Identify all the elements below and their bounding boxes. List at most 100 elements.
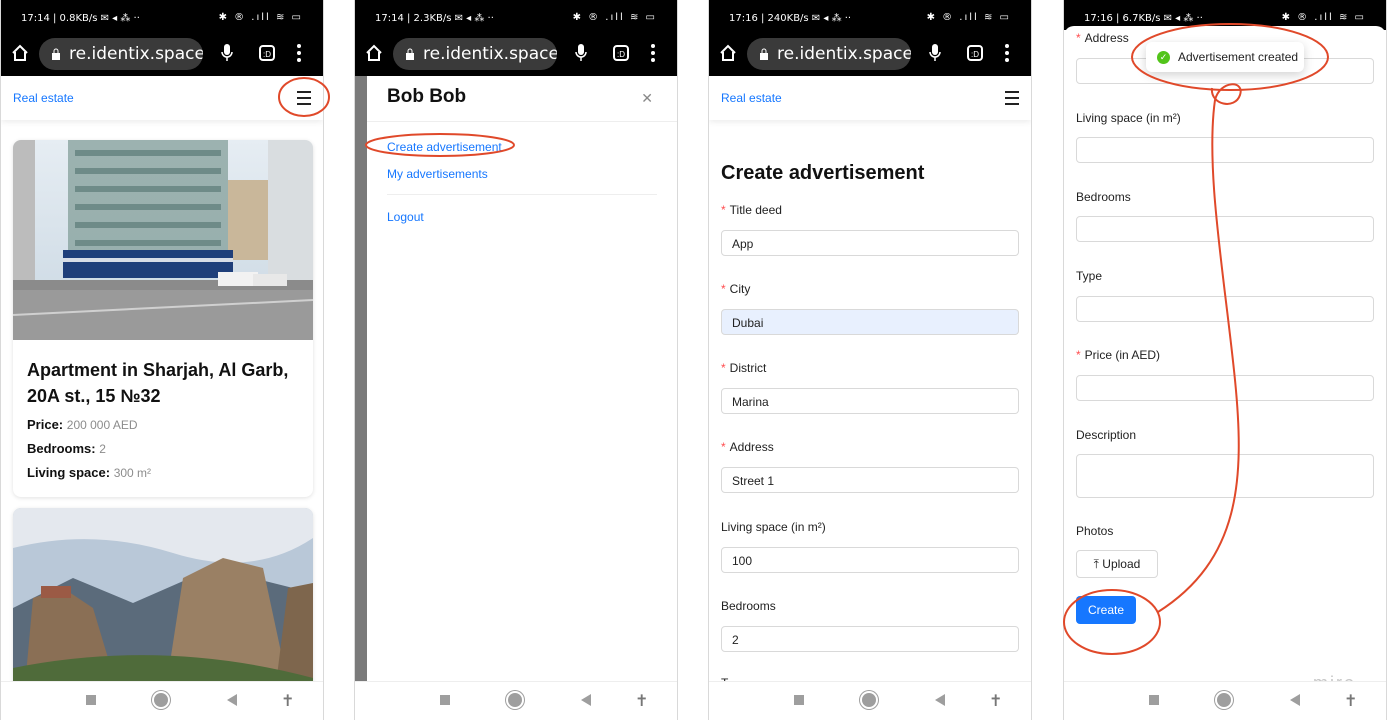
hamburger-menu-icon[interactable] <box>297 91 311 109</box>
address-input[interactable]: Street 1 <box>721 467 1019 493</box>
field-label-photos: Photos <box>1076 524 1114 538</box>
divider <box>387 194 657 195</box>
field-label-city: * City <box>721 282 750 296</box>
price-label: Price: <box>27 417 64 432</box>
status-icons: ✱ ® .ıll ≋ ▭ <box>1281 12 1366 23</box>
accessibility-icon[interactable]: ✝ <box>635 691 648 711</box>
field-label-bedrooms: Bedrooms <box>1076 190 1131 204</box>
url-field[interactable]: re.identix.space/a <box>393 38 557 70</box>
recents-icon[interactable] <box>86 695 96 705</box>
home-nav-icon[interactable] <box>508 693 522 707</box>
home-icon[interactable] <box>365 44 383 62</box>
description-textarea[interactable] <box>1076 454 1374 498</box>
more-menu-icon[interactable] <box>1005 44 1009 65</box>
listing-price: Price: 200 000 AED <box>13 413 313 437</box>
browser-bar: re.identix.space/a :D <box>355 36 677 76</box>
tabs-button[interactable]: :D <box>613 45 629 61</box>
type-input[interactable] <box>1076 296 1374 322</box>
success-toast: ✓ Advertisement created <box>1146 42 1304 72</box>
back-icon[interactable] <box>227 694 237 706</box>
home-nav-icon[interactable] <box>154 693 168 707</box>
microphone-icon[interactable] <box>221 43 233 63</box>
phone-form-submitted-screen: 17:16 | 6.7KB/s ✉ ◂ ⁂ ·· ✱ ® .ıll ≋ ▭ * A… <box>1063 0 1387 720</box>
status-bar: 17:14 | 2.3KB/s ✉ ◂ ⁂ ·· ✱ ® .ıll ≋ ▭ <box>355 0 677 36</box>
status-bar: 17:14 | 0.8KB/s ✉ ◂ ⁂ ·· ✱ ® .ıll ≋ ▭ <box>1 0 323 36</box>
lock-icon <box>52 48 60 60</box>
accessibility-icon[interactable]: ✝ <box>989 691 1002 711</box>
label-text: District <box>729 361 767 375</box>
hamburger-menu-icon[interactable] <box>1005 91 1019 109</box>
recents-icon[interactable] <box>440 695 450 705</box>
microphone-icon[interactable] <box>929 43 941 63</box>
living-value: 300 m² <box>113 466 152 480</box>
label-text: Title deed <box>729 203 782 217</box>
menu-item-logout[interactable]: Logout <box>387 210 424 224</box>
accessibility-icon[interactable]: ✝ <box>281 691 294 711</box>
bedrooms-value: 2 <box>99 442 106 456</box>
status-icons: ✱ ® .ıll ≋ ▭ <box>218 12 303 23</box>
living-space-input[interactable]: 100 <box>721 547 1019 573</box>
district-input[interactable]: Marina <box>721 388 1019 414</box>
listing-card[interactable]: Apartment in Sharjah, Al Garb, 20A st., … <box>13 140 313 497</box>
recents-icon[interactable] <box>1149 695 1159 705</box>
back-icon[interactable] <box>935 694 945 706</box>
more-menu-icon[interactable] <box>651 44 655 65</box>
recents-icon[interactable] <box>794 695 804 705</box>
required-mark: * <box>721 440 726 454</box>
close-icon[interactable]: ✕ <box>641 90 653 107</box>
bedrooms-input[interactable]: 2 <box>721 626 1019 652</box>
label-text: Address <box>1084 31 1129 45</box>
price-value: 200 000 AED <box>66 418 138 432</box>
page-backdrop <box>355 76 367 682</box>
status-bar: 17:16 | 240KB/s ✉ ◂ ⁂ ·· ✱ ® .ıll ≋ ▭ <box>709 0 1031 36</box>
android-nav-bar: ✝ <box>1 681 323 720</box>
upload-icon: ⤒ <box>1093 557 1103 571</box>
tabs-button[interactable]: :D <box>967 45 983 61</box>
accessibility-icon[interactable]: ✝ <box>1344 691 1357 711</box>
create-button[interactable]: Create <box>1076 596 1136 624</box>
drawer-username: Bob Bob <box>387 86 467 107</box>
home-icon[interactable] <box>719 44 737 62</box>
brand-link[interactable]: Real estate <box>13 91 74 105</box>
price-input[interactable] <box>1076 375 1374 401</box>
field-label-living-space: Living space (in m²) <box>721 520 826 534</box>
listing-photo-building <box>13 140 313 340</box>
microphone-icon[interactable] <box>575 43 587 63</box>
status-time: 17:14 | 0.8KB/s ✉ ◂ ⁂ ·· <box>21 13 140 24</box>
form-title: Create advertisement <box>721 162 925 184</box>
home-nav-icon[interactable] <box>862 693 876 707</box>
home-icon[interactable] <box>11 44 29 62</box>
field-label-description: Description <box>1076 428 1137 442</box>
bedrooms-label: Bedrooms: <box>27 441 96 456</box>
tabs-button[interactable]: :D <box>259 45 275 61</box>
back-icon[interactable] <box>1290 694 1300 706</box>
bedrooms-input[interactable] <box>1076 216 1374 242</box>
url-text: re.identix.space/c <box>777 44 911 64</box>
url-field[interactable]: re.identix.space <box>39 38 203 70</box>
more-menu-icon[interactable] <box>297 44 301 65</box>
url-text: re.identix.space/a <box>423 44 557 64</box>
menu-item-create-advertisement[interactable]: Create advertisement <box>387 140 502 154</box>
field-label-address: * Address <box>721 440 774 454</box>
divider <box>367 121 677 122</box>
required-mark: * <box>721 203 726 217</box>
toast-message: Advertisement created <box>1178 50 1299 64</box>
home-nav-icon[interactable] <box>1217 693 1231 707</box>
field-label-title-deed: * Title deed <box>721 203 782 217</box>
check-circle-icon: ✓ <box>1157 51 1170 64</box>
living-space-input[interactable] <box>1076 137 1374 163</box>
title-deed-input[interactable]: App <box>721 230 1019 256</box>
label-text: Address <box>729 440 774 454</box>
listing-card[interactable] <box>13 508 313 688</box>
field-label-district: * District <box>721 361 766 375</box>
url-field[interactable]: re.identix.space/c <box>747 38 911 70</box>
brand-link[interactable]: Real estate <box>721 91 782 105</box>
city-input[interactable]: Dubai <box>721 309 1019 335</box>
listing-photo-cliffs <box>13 508 313 688</box>
back-icon[interactable] <box>581 694 591 706</box>
menu-item-my-advertisements[interactable]: My advertisements <box>387 167 488 181</box>
required-mark: * <box>1076 348 1081 362</box>
upload-button[interactable]: ⤒ Upload <box>1076 550 1158 578</box>
field-label-price: * Price (in AED) <box>1076 348 1160 362</box>
field-label-type: Type <box>1076 269 1103 283</box>
